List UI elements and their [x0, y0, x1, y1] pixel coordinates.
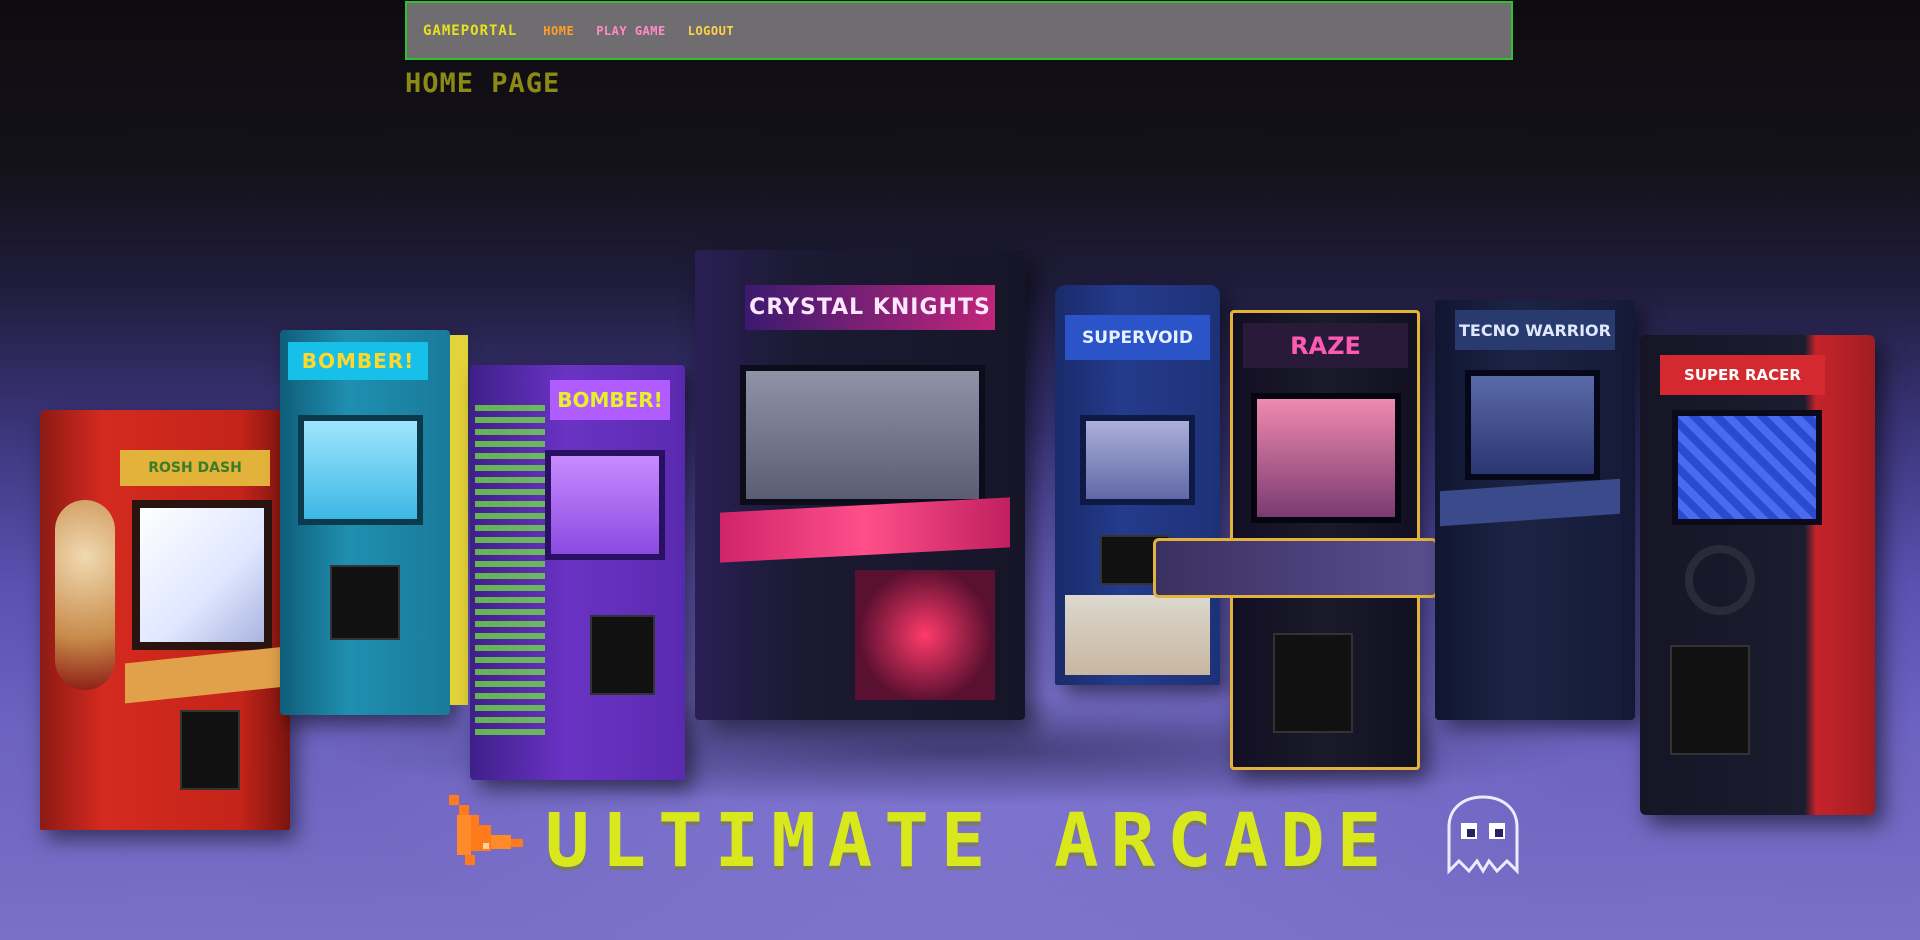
hero-title: ULTIMATE ARCADE [545, 798, 1394, 884]
cabinet-marquee: BOMBER! [288, 342, 428, 380]
neon-side-art [855, 570, 995, 700]
cabinet-screen [1251, 393, 1401, 523]
cabinet-side-stripe [450, 335, 468, 705]
coin-door [1670, 645, 1750, 755]
cabinet-screen [298, 415, 423, 525]
navbar: GAMEPORTAL HOME PLAY GAME LOGOUT [405, 1, 1513, 60]
cabinet-marquee: TECNO WARRIOR [1455, 310, 1615, 350]
cabinet-control-panel [1440, 478, 1620, 527]
cabinet-marquee: ROSH DASH [120, 450, 270, 486]
cabinet-control-panel [125, 646, 285, 704]
cabinet-control-panel [1153, 538, 1438, 598]
steering-wheel-icon [1685, 545, 1755, 615]
cabinet-marquee-text: TECNO WARRIOR [1459, 320, 1611, 340]
arcade-cabinet: ROSH DASH [40, 410, 290, 830]
cabinet-marquee: RAZE [1243, 323, 1408, 368]
brand-link[interactable]: GAMEPORTAL [423, 23, 517, 39]
coin-door [1273, 633, 1353, 733]
cabinet-marquee-text: CRYSTAL KNIGHTS [749, 295, 991, 320]
cabinet-screen [1080, 415, 1195, 505]
arcade-cabinet: TECNO WARRIOR [1435, 300, 1635, 720]
coin-door [330, 565, 400, 640]
ghost-icon [1443, 793, 1523, 875]
arcade-cabinet: SUPERVOID [1055, 285, 1220, 685]
arcade-cabinet: CRYSTAL KNIGHTS [695, 250, 1025, 720]
pixel-side-art [475, 405, 545, 735]
mascot-artwork [55, 500, 115, 690]
cabinet-screen [545, 450, 665, 560]
arcade-cabinet: SUPER RACER [1640, 335, 1875, 815]
cabinet-control-panel [720, 497, 1010, 563]
cabinet-screen [132, 500, 272, 650]
cabinet-marquee: SUPERVOID [1065, 315, 1210, 360]
cabinet-marquee-text: SUPERVOID [1082, 327, 1193, 348]
arcade-cabinet: BOMBER! [280, 330, 468, 715]
arcade-cabinet: BOMBER! [470, 365, 685, 780]
cabinet-marquee-text: SUPER RACER [1684, 366, 1801, 384]
cabinet-marquee-text: BOMBER! [557, 388, 663, 412]
cabinet-screen [1465, 370, 1600, 480]
cabinet-marquee: SUPER RACER [1660, 355, 1825, 395]
cabinet-marquee-text: BOMBER! [301, 349, 415, 373]
nav-home-link[interactable]: HOME [543, 24, 574, 38]
nav-play-game-link[interactable]: PLAY GAME [596, 24, 666, 38]
coin-door [590, 615, 655, 695]
nav-logout-link[interactable]: LOGOUT [688, 24, 734, 38]
coin-door [180, 710, 240, 790]
cabinet-marquee-text: ROSH DASH [148, 460, 242, 476]
cabinet-marquee-text: RAZE [1290, 331, 1361, 360]
cabinet-marquee: BOMBER! [550, 380, 670, 420]
cabinet-marquee: CRYSTAL KNIGHTS [745, 285, 995, 330]
cabinet-screen [1672, 410, 1822, 525]
pixel-arrow-icon [447, 795, 525, 867]
arcade-cabinet: RAZE [1153, 310, 1438, 770]
cabinet-kick-art [1065, 595, 1210, 675]
page-title: HOME PAGE [405, 68, 561, 99]
cabinet-screen [740, 365, 985, 505]
